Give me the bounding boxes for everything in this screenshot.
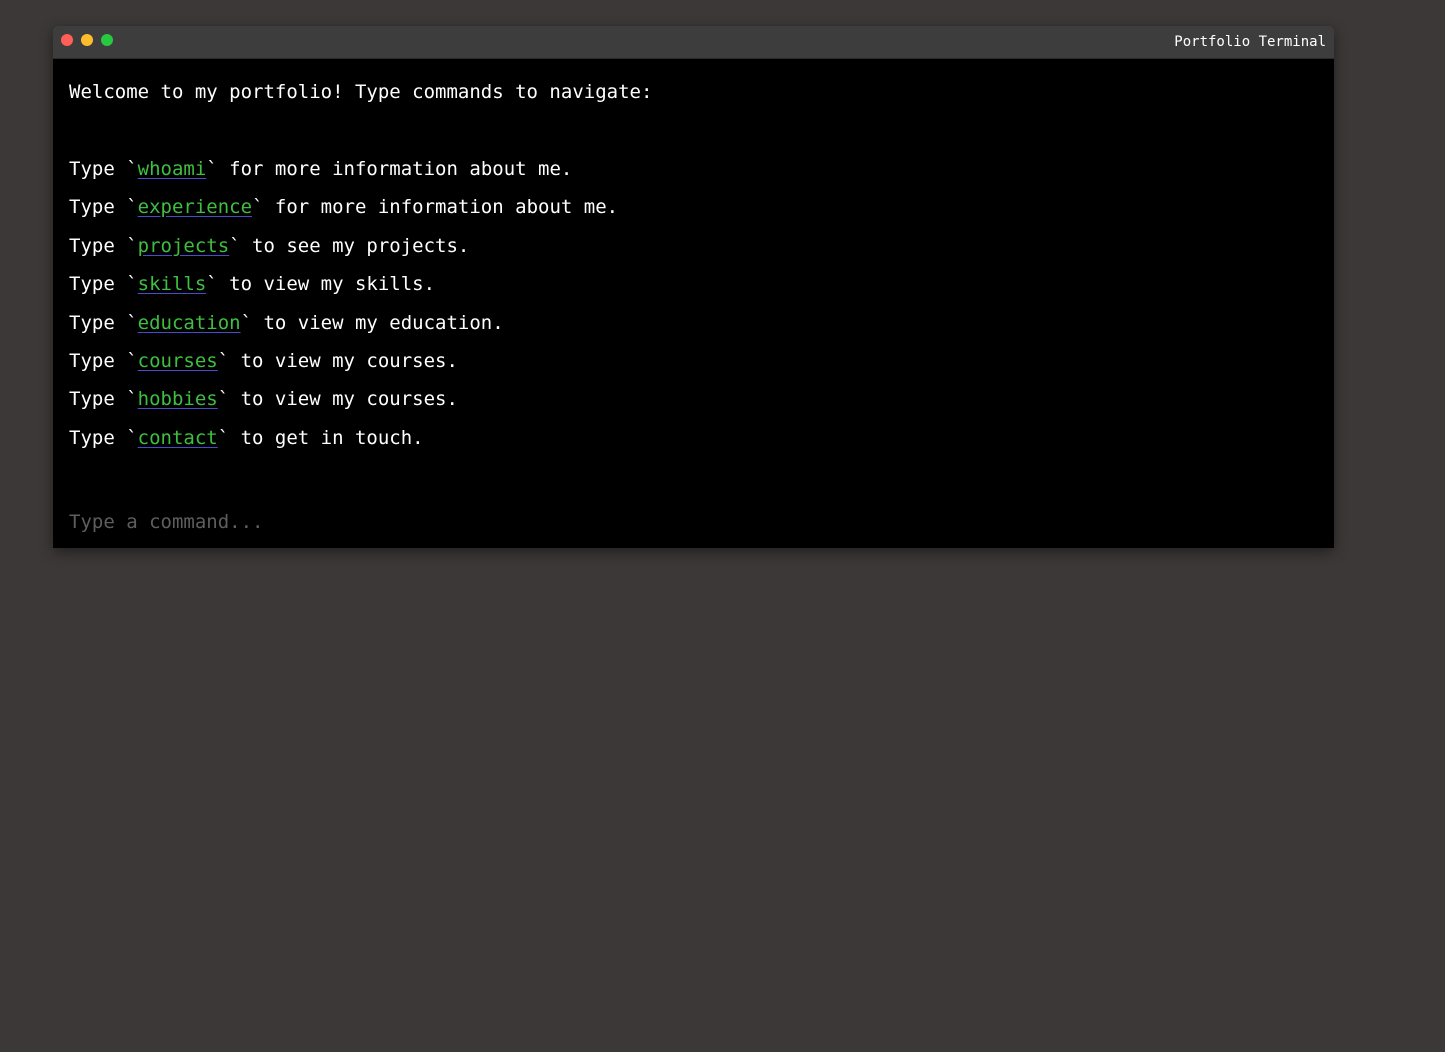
command-prefix: Type ` <box>69 234 138 257</box>
command-link-hobbies[interactable]: hobbies <box>138 388 218 410</box>
command-prefix: Type ` <box>69 311 138 334</box>
command-link-skills[interactable]: skills <box>138 273 207 295</box>
minimize-window-button[interactable] <box>81 34 93 46</box>
command-description: ` for more information about me. <box>206 158 573 180</box>
command-link-projects[interactable]: projects <box>138 235 230 257</box>
maximize-window-button[interactable] <box>101 34 113 46</box>
command-line: Type `experience` for more information a… <box>69 195 618 233</box>
command-line: Type `education` to view my education. <box>69 311 618 349</box>
command-description: ` to see my projects. <box>229 234 470 257</box>
command-link-experience[interactable]: experience <box>138 196 252 218</box>
command-link-education[interactable]: education <box>138 312 241 334</box>
terminal-window: Portfolio Terminal Welcome to my portfol… <box>53 26 1334 548</box>
command-line: Type `courses` to view my courses. <box>69 349 618 387</box>
title-bar: Portfolio Terminal <box>53 26 1334 59</box>
command-link-contact[interactable]: contact <box>138 427 218 449</box>
command-line: Type `whoami` for more information about… <box>69 157 618 195</box>
command-description: ` to view my education. <box>240 311 504 334</box>
command-prefix: Type ` <box>69 196 138 219</box>
command-link-whoami[interactable]: whoami <box>138 158 207 180</box>
command-prefix: Type ` <box>69 273 138 296</box>
command-prefix: Type ` <box>69 388 138 411</box>
command-description: ` for more information about me. <box>252 196 619 219</box>
command-prefix: Type ` <box>69 426 138 449</box>
command-description: ` to view my courses. <box>217 388 458 411</box>
welcome-message: Welcome to my portfolio! Type commands t… <box>69 81 653 103</box>
window-title: Portfolio Terminal <box>1174 34 1326 50</box>
command-list: Type `whoami` for more information about… <box>69 157 618 464</box>
command-link-courses[interactable]: courses <box>138 350 218 372</box>
terminal-body: Welcome to my portfolio! Type commands t… <box>69 80 1318 534</box>
command-description: ` to get in touch. <box>217 426 424 449</box>
command-line: Type `projects` to see my projects. <box>69 234 618 272</box>
command-prefix: Type ` <box>69 349 138 372</box>
command-line: Type `skills` to view my skills. <box>69 272 618 310</box>
command-description: ` to view my courses. <box>217 349 458 372</box>
command-prefix: Type ` <box>69 158 138 180</box>
command-line: Type `contact` to get in touch. <box>69 426 618 464</box>
close-window-button[interactable] <box>61 34 73 46</box>
command-input[interactable] <box>69 510 969 534</box>
command-line: Type `hobbies` to view my courses. <box>69 387 618 425</box>
command-description: ` to view my skills. <box>206 273 436 296</box>
